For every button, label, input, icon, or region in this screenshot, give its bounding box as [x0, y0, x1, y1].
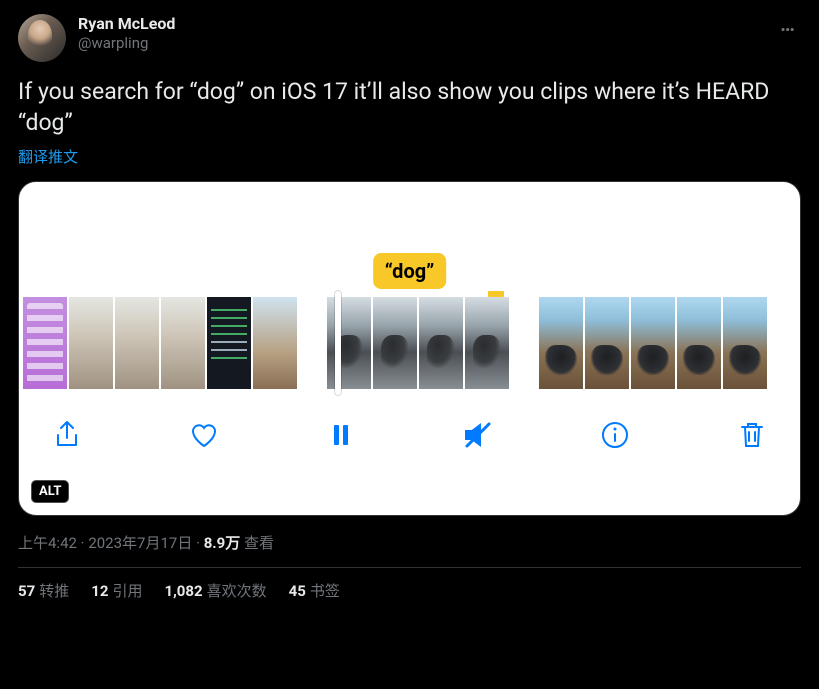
- timeline-frame: [419, 297, 463, 389]
- tweet-stats: 57转推 12引用 1,082喜欢次数 45书签: [18, 580, 801, 601]
- media-whitespace: “dog”: [19, 182, 800, 297]
- active-clip-wrap: [327, 297, 509, 389]
- stat-quotes[interactable]: 12引用: [91, 580, 142, 601]
- stat-likes[interactable]: 1,082喜欢次数: [164, 580, 266, 601]
- timeline-frame: [207, 297, 251, 389]
- more-icon[interactable]: …: [776, 14, 801, 34]
- timeline-frame: [69, 297, 113, 389]
- trash-icon[interactable]: [734, 417, 770, 453]
- share-icon[interactable]: [49, 417, 85, 453]
- tweet-time: 上午4:42: [18, 534, 77, 552]
- timeline-frame: [631, 297, 675, 389]
- timeline-frame: [115, 297, 159, 389]
- media-attachment[interactable]: “dog”: [18, 181, 801, 516]
- stat-retweets[interactable]: 57转推: [18, 580, 69, 601]
- timeline-frame: [723, 297, 767, 389]
- clip-group-1[interactable]: [23, 297, 297, 389]
- timeline-frame: [161, 297, 205, 389]
- author-names[interactable]: Ryan McLeod @warpling: [78, 14, 764, 53]
- playhead[interactable]: [335, 291, 341, 395]
- tweet-meta[interactable]: 上午4:42 · 2023年7月17日 · 8.9万 查看: [18, 532, 801, 553]
- alt-badge[interactable]: ALT: [31, 480, 69, 503]
- timeline-frame: [585, 297, 629, 389]
- tweet-header: Ryan McLeod @warpling …: [18, 14, 801, 62]
- clip-group-2[interactable]: [327, 297, 509, 389]
- translate-link[interactable]: 翻译推文: [18, 146, 78, 167]
- tweet-text: If you search for “dog” on iOS 17 it’ll …: [18, 76, 801, 138]
- timeline-frame: [465, 297, 509, 389]
- tweet-container: Ryan McLeod @warpling … If you search fo…: [0, 0, 819, 611]
- timeline-frame: [253, 297, 297, 389]
- divider: [18, 567, 801, 568]
- mute-icon[interactable]: [460, 417, 496, 453]
- avatar[interactable]: [18, 14, 66, 62]
- tweet-date: 2023年7月17日: [88, 534, 192, 552]
- stat-bookmarks[interactable]: 45书签: [289, 580, 340, 601]
- info-icon[interactable]: [597, 417, 633, 453]
- timeline-frame: [23, 297, 67, 389]
- display-name: Ryan McLeod: [78, 14, 764, 34]
- views-label: 查看: [240, 534, 274, 552]
- media-controls: [19, 389, 800, 469]
- handle: @warpling: [78, 34, 764, 53]
- pause-icon[interactable]: [323, 417, 359, 453]
- clip-group-3[interactable]: [539, 297, 767, 389]
- heart-icon[interactable]: [186, 417, 222, 453]
- transcript-bubble: “dog”: [373, 253, 447, 289]
- timeline-frame: [327, 297, 371, 389]
- views-count: 8.9万: [204, 534, 241, 552]
- timeline-frame: [373, 297, 417, 389]
- video-timeline[interactable]: [19, 297, 800, 389]
- timeline-frame: [677, 297, 721, 389]
- timeline-frame: [539, 297, 583, 389]
